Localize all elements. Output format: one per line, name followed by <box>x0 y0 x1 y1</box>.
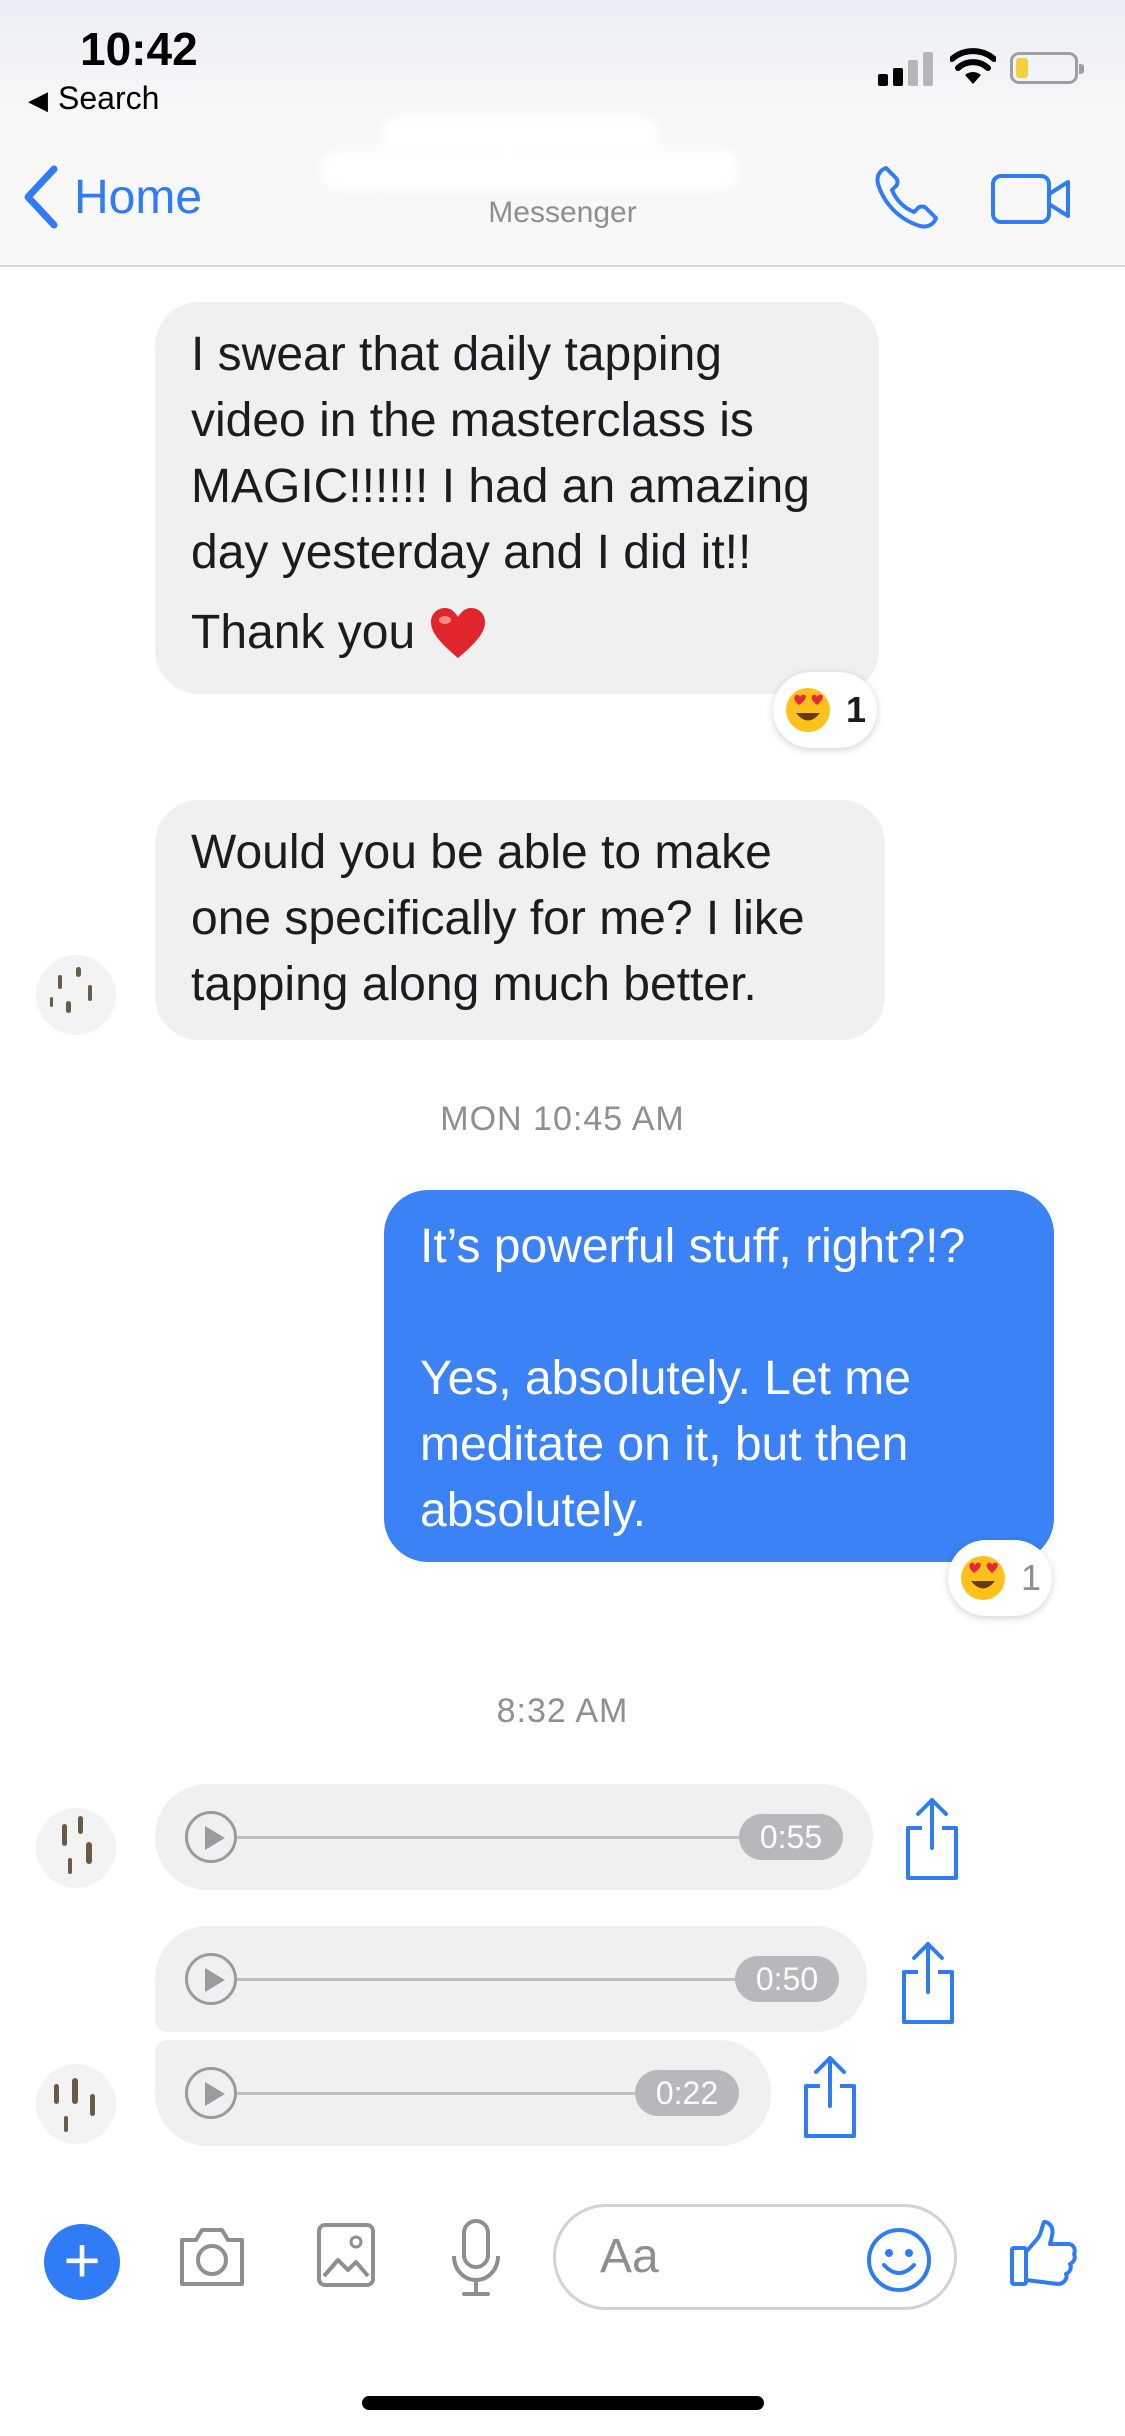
message-input-placeholder: Aa <box>600 2230 659 2283</box>
audio-message[interactable]: 0:50 <box>155 1926 867 2032</box>
outgoing-message[interactable]: It’s powerful stuff, right?!? Yes, absol… <box>384 1190 1054 1562</box>
play-button[interactable] <box>185 1953 237 2005</box>
message-line: absolutely. <box>420 1484 646 1537</box>
timestamp: 8:32 AM <box>496 1692 629 1730</box>
audio-duration: 0:55 <box>739 1814 843 1860</box>
contact-name-redacted[interactable] <box>320 110 740 200</box>
message-line: Would you be able to make <box>191 826 772 879</box>
thumbs-up-icon[interactable] <box>1008 2218 1078 2288</box>
contact-avatar[interactable] <box>36 1808 116 1888</box>
home-indicator[interactable] <box>362 2396 764 2410</box>
emoji-smiley-icon[interactable] <box>866 2227 932 2293</box>
share-icon[interactable] <box>902 1796 962 1882</box>
reaction-count: 1 <box>845 689 867 730</box>
timestamp: MON 10:45 AM <box>440 1100 685 1138</box>
audio-message[interactable]: 0:22 <box>155 2040 771 2146</box>
reaction-badge[interactable]: 1 <box>773 672 877 748</box>
incoming-message[interactable]: Would you be able to make one specifical… <box>155 800 885 1040</box>
status-time: 10:42 <box>80 23 198 75</box>
message-line: It’s powerful stuff, right?!? <box>420 1220 966 1273</box>
audio-duration: 0:50 <box>735 1956 839 2002</box>
back-to-search-link[interactable]: ◀ Search <box>28 80 159 117</box>
share-icon[interactable] <box>898 1940 958 2026</box>
message-line: one specifically for me? I like <box>191 892 805 945</box>
heart-eyes-emoji-icon <box>960 1556 1005 1600</box>
contact-avatar[interactable] <box>36 955 116 1035</box>
microphone-icon[interactable] <box>448 2218 504 2298</box>
message-line: tapping along much better. <box>191 958 757 1011</box>
reaction-badge[interactable]: 1 <box>948 1540 1052 1616</box>
contact-avatar[interactable] <box>36 2064 116 2144</box>
message-line: video in the masterclass is <box>191 394 754 447</box>
video-call-icon[interactable] <box>990 170 1072 228</box>
play-button[interactable] <box>185 2067 237 2119</box>
message-line: Thank you <box>191 606 416 659</box>
audio-duration: 0:22 <box>635 2070 739 2116</box>
message-line: MAGIC!!!!!! I had an amazing <box>191 460 810 513</box>
heart-eyes-emoji-icon <box>785 688 830 732</box>
phone-call-icon[interactable] <box>870 162 942 234</box>
reaction-count: 1 <box>1020 1557 1042 1598</box>
battery-icon <box>1010 52 1084 84</box>
wifi-icon <box>950 48 996 84</box>
message-line: meditate on it, but then <box>420 1418 909 1471</box>
message-line: day yesterday and I did it!! <box>191 526 752 579</box>
share-icon[interactable] <box>800 2054 860 2140</box>
message-line: Yes, absolutely. Let me <box>420 1352 911 1405</box>
plus-button[interactable]: + <box>44 2224 120 2300</box>
message-input[interactable]: Aa <box>553 2204 957 2310</box>
play-button[interactable] <box>185 1811 237 1863</box>
conversation-subtitle: Messenger <box>488 196 637 229</box>
cellular-signal-icon <box>878 52 934 86</box>
audio-message[interactable]: 0:55 <box>155 1784 873 1890</box>
audio-progress-track[interactable] <box>237 1836 757 1839</box>
incoming-message[interactable]: I swear that daily tapping video in the … <box>155 302 879 694</box>
audio-progress-track[interactable] <box>237 1978 757 1981</box>
back-to-search-label: Search <box>58 80 160 116</box>
camera-icon[interactable] <box>176 2222 248 2290</box>
photo-gallery-icon[interactable] <box>316 2222 376 2288</box>
back-triangle-icon: ◀ <box>28 85 48 115</box>
message-line: I swear that daily tapping <box>191 328 722 381</box>
red-heart-emoji-icon <box>431 608 486 658</box>
audio-progress-track[interactable] <box>237 2092 677 2095</box>
